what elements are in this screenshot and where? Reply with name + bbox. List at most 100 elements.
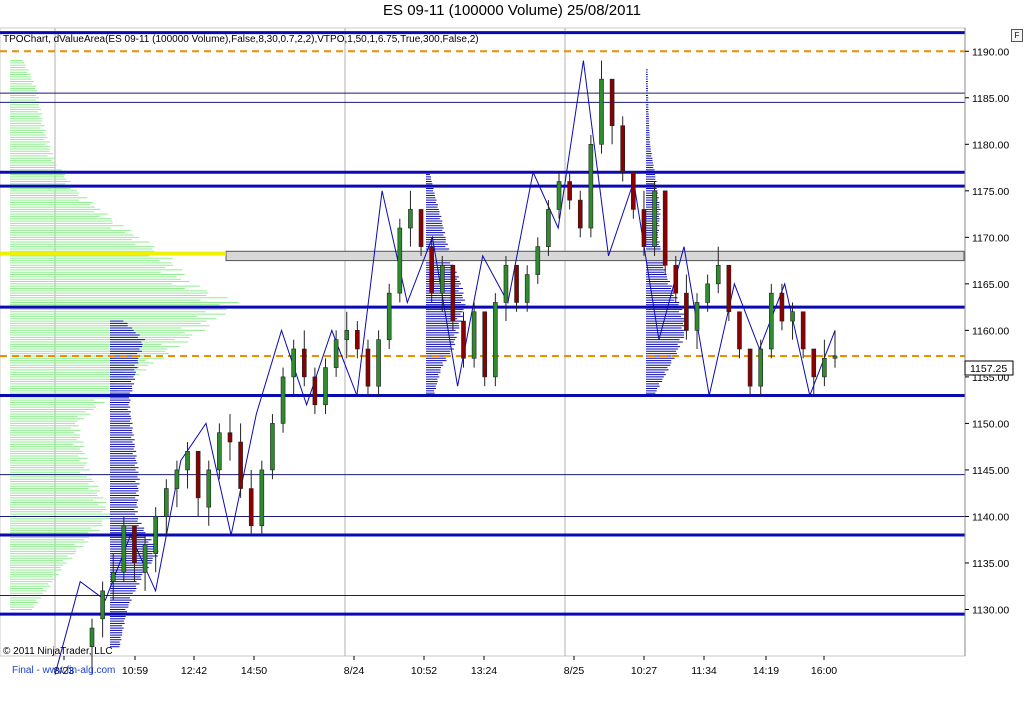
candle-up bbox=[89, 627, 95, 647]
price-tick-label: 1140.00 bbox=[972, 511, 1009, 523]
time-tick-label: 10:59 bbox=[122, 665, 148, 677]
candle-down bbox=[312, 376, 318, 406]
candle-up bbox=[185, 451, 190, 471]
candle-down bbox=[567, 181, 572, 201]
candle-down bbox=[301, 348, 307, 378]
candle-down bbox=[609, 78, 615, 126]
candle-down bbox=[238, 441, 243, 489]
candle-up bbox=[206, 469, 212, 508]
candle-up bbox=[280, 376, 286, 424]
time-tick-label: 10:27 bbox=[631, 665, 657, 677]
price-chart[interactable]: 1130.001135.001140.001145.001150.001155.… bbox=[0, 0, 1024, 703]
candle-up bbox=[153, 516, 158, 554]
copyright-text: © 2011 NinjaTrader, LLC bbox=[3, 646, 113, 657]
time-tick-label: 14:19 bbox=[753, 665, 779, 677]
candle-up bbox=[386, 292, 392, 340]
candle-down bbox=[620, 125, 626, 173]
time-tick-label: 14:50 bbox=[241, 665, 267, 677]
candle-down bbox=[779, 292, 785, 322]
candle-up bbox=[652, 190, 657, 247]
candle-up bbox=[535, 246, 541, 275]
candle-up bbox=[503, 264, 509, 303]
candle-up bbox=[694, 302, 700, 331]
candle-up bbox=[270, 423, 275, 471]
candle-up bbox=[546, 209, 551, 247]
candle-down bbox=[684, 292, 689, 331]
candle-up bbox=[822, 357, 827, 378]
format-button[interactable]: F bbox=[1011, 29, 1023, 42]
candle-up bbox=[110, 571, 116, 582]
candle-up bbox=[832, 355, 838, 359]
candle-up bbox=[705, 283, 710, 303]
price-marker: 1157.25 bbox=[964, 360, 1014, 376]
candle-up bbox=[217, 432, 222, 471]
candle-down bbox=[811, 348, 817, 378]
price-tick-label: 1160.00 bbox=[972, 325, 1009, 337]
price-tick-label: 1185.00 bbox=[972, 93, 1009, 105]
candle-up bbox=[121, 525, 127, 573]
candle-down bbox=[631, 171, 636, 210]
poc-band bbox=[225, 250, 965, 262]
candle-down bbox=[355, 330, 360, 350]
candle-down bbox=[737, 311, 742, 350]
price-tick-label: 1165.00 bbox=[972, 279, 1009, 291]
candle-up bbox=[333, 339, 339, 368]
candle-up bbox=[100, 590, 105, 620]
candle-down bbox=[461, 320, 466, 359]
price-marker-label: 1157.25 bbox=[970, 363, 1007, 375]
candle-down bbox=[450, 264, 456, 322]
price-tick-label: 1150.00 bbox=[972, 418, 1009, 430]
candle-up bbox=[758, 348, 764, 387]
candle-up bbox=[323, 367, 328, 406]
time-tick-label: 11:34 bbox=[691, 665, 717, 677]
price-tick-label: 1180.00 bbox=[972, 139, 1009, 151]
candle-up bbox=[769, 292, 774, 350]
candle-down bbox=[132, 525, 137, 564]
price-tick-label: 1190.00 bbox=[972, 46, 1009, 58]
candle-down bbox=[726, 264, 732, 313]
time-tick-label: 13:24 bbox=[471, 665, 497, 677]
candle-down bbox=[365, 348, 371, 387]
footer-link[interactable]: Final - www.fin-alg.com bbox=[12, 665, 115, 676]
candle-up bbox=[408, 209, 413, 229]
candle-up bbox=[439, 264, 445, 294]
time-tick-label: 8/25 bbox=[564, 665, 585, 677]
candle-down bbox=[800, 311, 806, 350]
candle-down bbox=[227, 432, 233, 443]
indicator-label: TPOChart, dValueArea(ES 09-11 (100000 Vo… bbox=[3, 34, 479, 45]
price-axis: 1130.001135.001140.001145.001150.001155.… bbox=[964, 28, 1009, 656]
candle-down bbox=[482, 311, 488, 378]
price-tick-label: 1130.00 bbox=[972, 604, 1009, 616]
candle-down bbox=[195, 451, 201, 499]
time-tick-label: 12:42 bbox=[181, 665, 207, 677]
price-tick-label: 1175.00 bbox=[972, 186, 1009, 198]
candle-down bbox=[418, 209, 424, 247]
time-tick-label: 10:52 bbox=[411, 665, 437, 677]
candle-up bbox=[142, 544, 148, 573]
candle-up bbox=[493, 302, 498, 378]
candle-up bbox=[471, 311, 477, 359]
candle-down bbox=[577, 199, 583, 229]
candle-up bbox=[715, 264, 721, 285]
candle-down bbox=[641, 209, 647, 247]
candle-down bbox=[747, 348, 753, 387]
time-tick-label: 16:00 bbox=[811, 665, 837, 677]
candle-up bbox=[344, 330, 350, 340]
candle-up bbox=[291, 348, 296, 378]
price-tick-label: 1170.00 bbox=[972, 232, 1009, 244]
candle-down bbox=[248, 488, 254, 527]
candle-down bbox=[429, 246, 434, 294]
time-tick-label: 8/24 bbox=[344, 665, 365, 677]
candle-up bbox=[376, 339, 381, 387]
candle-up bbox=[164, 488, 169, 517]
candle-down bbox=[673, 264, 679, 294]
candle-up bbox=[556, 181, 562, 210]
price-tick-label: 1135.00 bbox=[972, 558, 1009, 570]
candle-up bbox=[174, 469, 180, 489]
time-axis: 8/23 10:59 12:42 14:50 8/24 10:52 13:24 8/25 10:… bbox=[54, 656, 837, 677]
price-tick-label: 1145.00 bbox=[972, 465, 1009, 477]
candle-up bbox=[524, 274, 530, 303]
candle-down bbox=[662, 190, 668, 266]
candle-up bbox=[790, 311, 795, 322]
candle-up bbox=[397, 227, 403, 294]
